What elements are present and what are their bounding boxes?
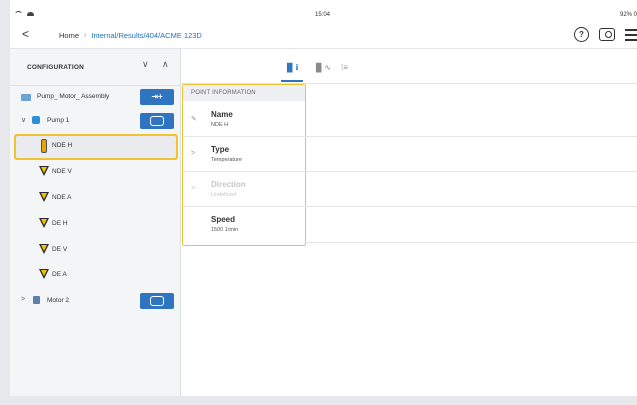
breadcrumb-home[interactable]: Home <box>59 31 79 40</box>
breadcrumb: Home › Internal/Results/404/ACME 123D <box>59 31 202 40</box>
tree-item-label: DE H <box>52 220 68 227</box>
row-divider <box>304 206 637 207</box>
chevron-down-icon[interactable]: ∨ <box>21 116 26 124</box>
active-tab-indicator <box>281 80 303 82</box>
help-icon[interactable]: ? <box>574 27 589 42</box>
sensor-icon[interactable] <box>599 28 615 41</box>
breadcrumb-path[interactable]: Internal/Results/404/ACME 123D <box>91 31 201 40</box>
configuration-panel: CONFIGURATION ∨ ∧ Pump_ Motor_ Assembly … <box>10 49 181 396</box>
chevron-right-icon[interactable]: > <box>21 296 25 303</box>
row-divider <box>304 171 637 172</box>
sensor-button[interactable] <box>140 113 174 129</box>
status-bar: 15:04 92% 0 <box>10 8 637 22</box>
vibration-sensor-icon <box>39 192 49 202</box>
wifi-icon <box>14 11 23 17</box>
tree-item-label: DE A <box>52 271 67 278</box>
tree-item-label: Pump_ Motor_ Assembly <box>37 93 110 100</box>
chevron-right-icon: > <box>191 185 196 192</box>
tree-item-motor[interactable]: > Motor 2 <box>10 289 180 313</box>
status-time: 15:04 <box>315 12 331 18</box>
sensor-icon <box>150 115 164 126</box>
info-row-value: 1500 1/min <box>211 227 239 233</box>
row-divider <box>304 242 637 243</box>
folder-icon <box>21 94 31 101</box>
back-button[interactable]: < <box>22 27 29 41</box>
tree-item-assembly[interactable]: Pump_ Motor_ Assembly ⇥+ <box>10 85 180 109</box>
tab-details[interactable]: ⁞≡ <box>341 63 348 72</box>
info-row-value: Temperature <box>211 157 242 163</box>
battery-level: 92% 0 <box>619 12 637 18</box>
info-row-value: NDE H <box>211 122 229 128</box>
point-information-panel: POINT INFORMATION ✎ Name NDE H > Type Te… <box>182 84 306 246</box>
configuration-header: CONFIGURATION ∨ ∧ <box>10 49 180 86</box>
configuration-title: CONFIGURATION <box>27 64 85 71</box>
vibration-sensor-icon <box>39 166 49 176</box>
chevron-up-icon[interactable]: ∧ <box>162 59 169 70</box>
tree-item-point[interactable]: NDE V <box>10 160 180 184</box>
pump-icon <box>32 116 40 124</box>
tree-item-point[interactable]: DE A <box>10 263 180 287</box>
info-row-type[interactable]: > Type Temperature <box>183 137 305 172</box>
vibration-sensor-icon <box>39 218 49 228</box>
status-icons <box>14 11 34 17</box>
motor-icon <box>33 296 40 304</box>
tree-item-label: DE V <box>52 246 68 253</box>
nav-actions: ? <box>574 27 637 42</box>
vibration-sensor-icon <box>39 244 49 254</box>
info-row-speed[interactable]: Speed 1500 1/min <box>183 207 305 241</box>
chevron-right-icon: > <box>191 150 196 157</box>
device-frame-bottom <box>0 396 637 405</box>
info-row-title: Speed <box>211 215 236 224</box>
tree-item-label: Pump 1 <box>47 117 70 124</box>
cloud-icon <box>27 12 34 16</box>
info-row-title: Type <box>211 145 230 154</box>
add-component-button[interactable]: ⇥+ <box>140 89 174 105</box>
tree-item-point[interactable]: DE V <box>10 238 180 262</box>
tab-point-info[interactable]: ▐▌ℹ <box>284 63 298 72</box>
info-row-name[interactable]: ✎ Name NDE H <box>183 102 305 137</box>
info-row-direction: > Direction Undefined <box>183 172 305 207</box>
breadcrumb-separator: › <box>84 32 87 39</box>
sensor-button[interactable] <box>140 293 174 309</box>
tree-item-point[interactable]: DE H <box>10 212 180 236</box>
edit-icon: ✎ <box>191 116 197 123</box>
row-divider <box>304 136 637 137</box>
nav-bar: < Home › Internal/Results/404/ACME 123D … <box>10 22 637 49</box>
tab-bar: ▐▌ℹ ▐▌∿ ⁞≡ <box>181 49 637 84</box>
info-row-title: Name <box>211 110 233 119</box>
info-row-title: Direction <box>211 180 246 189</box>
tree-item-point[interactable]: NDE A <box>10 186 180 210</box>
tree-item-label: Motor 2 <box>47 297 70 304</box>
menu-icon[interactable] <box>625 28 637 41</box>
point-information-header: POINT INFORMATION <box>183 85 305 101</box>
tree-item-label: NDE V <box>52 168 72 175</box>
tree-item-label: NDE A <box>52 194 72 201</box>
vibration-sensor-icon <box>39 269 49 279</box>
selection-outline <box>14 134 178 160</box>
device-frame-left <box>0 0 10 405</box>
tree-item-pump[interactable]: ∨ Pump 1 <box>10 109 180 133</box>
tab-measurements[interactable]: ▐▌∿ <box>313 63 331 72</box>
chevron-down-icon[interactable]: ∨ <box>142 59 149 70</box>
sensor-icon <box>150 295 164 306</box>
info-row-value: Undefined <box>211 192 237 198</box>
